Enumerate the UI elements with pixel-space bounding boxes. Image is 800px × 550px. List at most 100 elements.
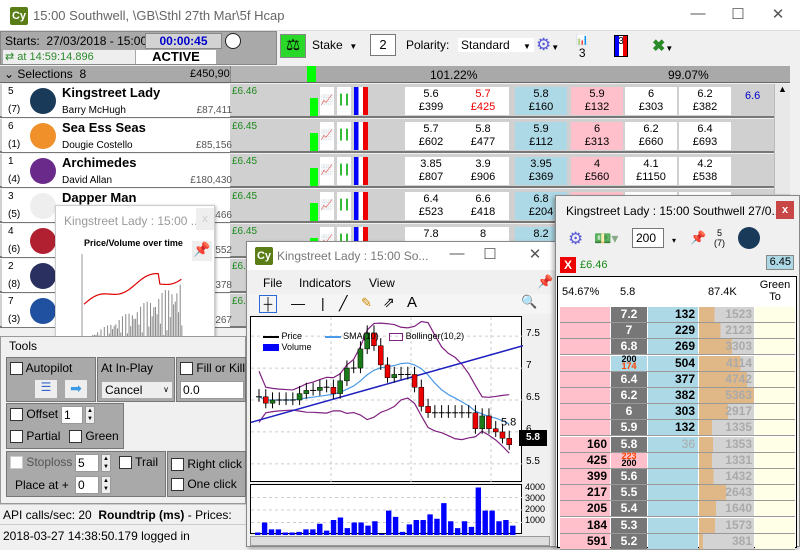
grid-scrollbar[interactable]: ▲: [774, 84, 790, 194]
ladder-price-cell[interactable]: 6.2: [611, 388, 647, 403]
offset-spinner[interactable]: ▲ ▼: [85, 406, 95, 424]
ladder-greenup-cell[interactable]: [755, 436, 795, 452]
trend-line-tool[interactable]: ╱: [339, 295, 347, 312]
ladder-back-cell[interactable]: 377: [648, 371, 698, 387]
ladder-lay-cell[interactable]: [560, 404, 610, 420]
ladder-row[interactable]: 5.9 132 1335: [560, 420, 795, 437]
chart-icon[interactable]: 📈: [320, 87, 334, 115]
candlestick-icon[interactable]: ┃┃: [337, 122, 351, 150]
ladder-price-cell[interactable]: 5.9: [611, 420, 647, 436]
runner-name[interactable]: Dapper Man: [62, 190, 136, 205]
ladder-price-cell[interactable]: 6.8: [611, 339, 647, 355]
pin-icon[interactable]: 📌: [192, 241, 212, 261]
ladder-greenup-cell[interactable]: [755, 469, 795, 484]
menu-view[interactable]: View: [369, 276, 395, 290]
price-cell[interactable]: 5.7 £602: [405, 122, 457, 150]
candlestick-chart[interactable]: 5.8 Price SMA(10) Bollinger(10,2) Volume: [250, 316, 523, 483]
stoploss-spinner[interactable]: ▲ ▼: [101, 454, 111, 472]
price-cell[interactable]: 6 £313: [571, 122, 623, 150]
ladder-icon[interactable]: [354, 192, 368, 220]
price-cell[interactable]: 5.6 £399: [405, 87, 457, 115]
ladder-row[interactable]: 591 5.2 381: [560, 533, 795, 550]
price-cell[interactable]: 5.7 £425: [457, 87, 509, 115]
price-cell[interactable]: 6.4 £693: [679, 122, 731, 150]
ladder-price-cell[interactable]: 200 174: [611, 354, 647, 371]
ladder-greenup-cell[interactable]: [755, 307, 795, 322]
ladder-lay-cell[interactable]: 160: [560, 436, 610, 452]
text-tool[interactable]: A: [407, 294, 417, 311]
close-position-button[interactable]: X: [560, 257, 576, 273]
ladder-lay-cell[interactable]: [560, 420, 610, 436]
polarity-select[interactable]: Standard ▼: [458, 38, 534, 52]
overflow-button[interactable]: ▾: [672, 236, 676, 245]
ladder-back-cell[interactable]: 382: [648, 388, 698, 403]
pencil-icon[interactable]: ✎: [361, 295, 372, 311]
price-cell[interactable]: 4.1 £1150: [625, 157, 677, 185]
ladder-greenup-cell[interactable]: [755, 420, 795, 436]
autopilot-checkbox[interactable]: Autopilot: [10, 361, 72, 376]
arrow-tool[interactable]: ⇗: [383, 294, 395, 311]
ladder-lay-cell[interactable]: 217: [560, 485, 610, 501]
ladder-lay-cell[interactable]: [560, 371, 610, 387]
crosshair-tool[interactable]: ┼: [259, 295, 277, 313]
chart-minimize-button[interactable]: —: [447, 245, 467, 262]
ladder-row[interactable]: 6.4 377 4742: [560, 371, 795, 388]
ladder-price-cell[interactable]: 5.3: [611, 517, 647, 533]
ladder-row[interactable]: 6.2 382 5363: [560, 388, 795, 404]
ladder-greenup-cell[interactable]: [755, 371, 795, 387]
price-cell[interactable]: 6 £303: [625, 87, 677, 115]
candlestick-icon[interactable]: ┃┃: [337, 157, 351, 185]
ladder-greenup-cell[interactable]: [755, 501, 795, 517]
ladder-close-button[interactable]: x: [776, 201, 794, 219]
zoom-icon[interactable]: 🔍: [521, 294, 537, 310]
ladder-price-cell[interactable]: 223 200: [611, 451, 647, 468]
ladder-row[interactable]: 217 5.5 2643: [560, 485, 795, 502]
scales-icon[interactable]: ⚖: [280, 34, 306, 58]
ladder-price-cell[interactable]: 5.6: [611, 469, 647, 484]
horizontal-line-tool[interactable]: —: [291, 295, 305, 311]
chart-maximize-button[interactable]: ☐: [480, 245, 500, 263]
price-cell[interactable]: 4.2 £538: [679, 157, 731, 185]
price-cell[interactable]: 5.8 £477: [457, 122, 509, 150]
ladder-row[interactable]: 200 174 504 4114: [560, 354, 795, 372]
close-button[interactable]: ✕: [768, 5, 788, 23]
ladder-lay-cell[interactable]: 184: [560, 517, 610, 533]
menu-file[interactable]: File: [263, 276, 282, 290]
ladder-row[interactable]: 7.2 132 1523: [560, 307, 795, 323]
trail-checkbox[interactable]: Trail: [119, 455, 158, 470]
place-at-spinner[interactable]: ▲ ▼: [101, 476, 111, 494]
chart-count-button[interactable]: 📊 3: [576, 33, 588, 59]
runner-row[interactable]: 6 (1) Sea Ess Seas Dougie Costello £85,1…: [0, 119, 790, 153]
ladder-row[interactable]: 6 303 2917: [560, 404, 795, 421]
ladder-row[interactable]: 7 229 2123: [560, 323, 795, 340]
ladder-stake-input[interactable]: 200: [632, 228, 664, 248]
ladder-lay-cell[interactable]: 425: [560, 452, 610, 468]
ladder-row[interactable]: 399 5.6 1432: [560, 469, 795, 485]
ladder-greenup-cell[interactable]: [755, 404, 795, 420]
offset-input[interactable]: 1: [61, 406, 83, 424]
partial-checkbox[interactable]: Partial: [10, 429, 60, 444]
price-cell[interactable]: 3.9 £906: [457, 157, 509, 185]
ladder-price-cell[interactable]: 5.8: [611, 436, 647, 452]
ladder-icon[interactable]: [354, 157, 368, 185]
ladder-row[interactable]: 425 223 200 1331: [560, 451, 795, 469]
excel-icon[interactable]: ✖▼: [652, 36, 673, 56]
ladder-back-cell[interactable]: 504: [648, 355, 698, 371]
ladder-price-cell[interactable]: 6: [611, 404, 647, 420]
ladder-greenup-cell[interactable]: [755, 355, 795, 371]
ladder-greenup-cell[interactable]: [755, 485, 795, 501]
settings-gear-icon[interactable]: ⚙▼: [536, 35, 559, 55]
right-click-checkbox[interactable]: Right click: [171, 457, 242, 472]
vertical-line-tool[interactable]: |: [321, 295, 325, 311]
price-cell[interactable]: 3.85 £807: [405, 157, 457, 185]
ladder-back-cell[interactable]: 36: [648, 436, 698, 452]
runner-name[interactable]: Kingstreet Lady: [62, 85, 160, 100]
price-cell[interactable]: 3.95 £369: [515, 157, 567, 185]
pin-icon[interactable]: 📌: [537, 274, 553, 290]
ladder-price-cell[interactable]: 7: [611, 323, 647, 339]
ladder-back-cell[interactable]: 269: [648, 339, 698, 355]
ladder-price-cell[interactable]: 5.4: [611, 501, 647, 517]
ladder-row[interactable]: 184 5.3 1573: [560, 517, 795, 534]
settings-gear-icon[interactable]: ⚙: [568, 229, 583, 249]
ladder-lay-cell[interactable]: 205: [560, 501, 610, 517]
